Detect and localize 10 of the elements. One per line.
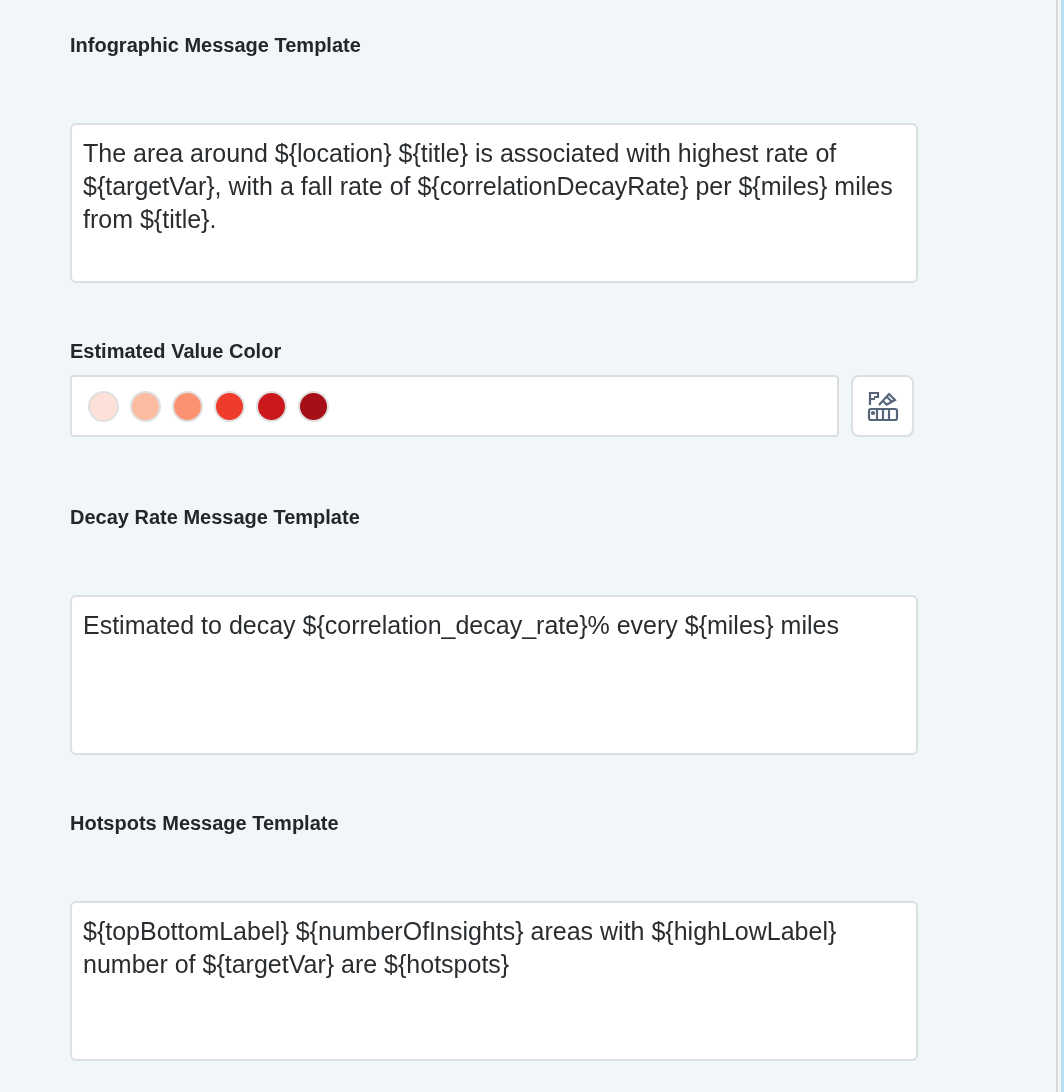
field-label: Estimated Value Color — [70, 340, 283, 362]
message-template-field[interactable]: ${topBottomLabel} ${numberOfInsights} areas with ${highLowLabel} number of ${targetVar} are ${hotspots} — [70, 901, 918, 1061]
message-template-field[interactable]: Estimated to decay ${correlation_decay_rate}% every ${miles} miles — [70, 595, 918, 755]
field-label: Infographic Message Template — [70, 34, 362, 56]
palette-icon — [866, 389, 899, 423]
field-label: Hotspots Message Template — [70, 812, 340, 834]
palette-button[interactable] — [851, 375, 914, 437]
field-label: Decay Rate Message Template — [70, 506, 361, 528]
message-template-field[interactable]: The area around ${location} ${title} is associated with highest rate of ${targetVar}, with a fall rate of ${correlationDecayRate} per ${miles} miles from ${title}. — [70, 123, 918, 283]
color-scale-field[interactable] — [70, 375, 839, 437]
